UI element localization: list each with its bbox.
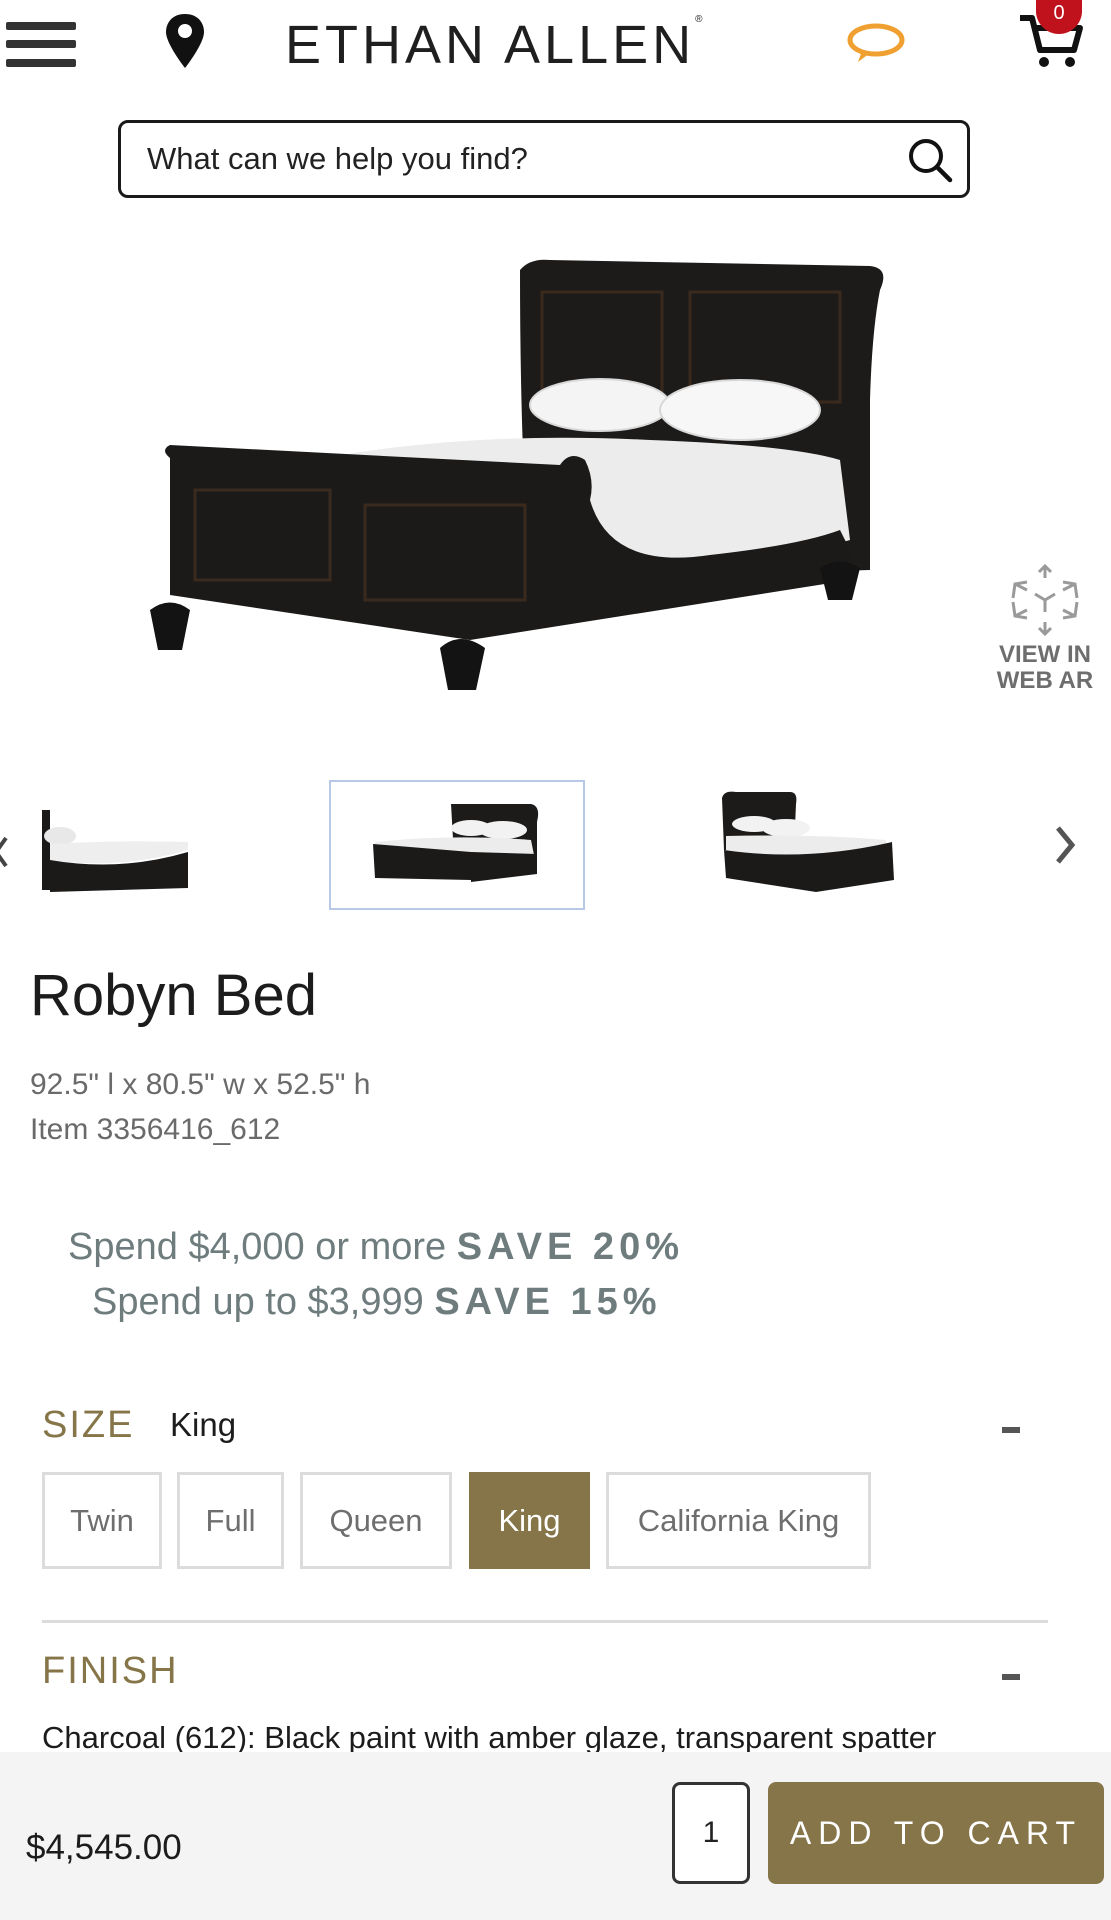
product-price: $4,545.00 bbox=[26, 1828, 182, 1867]
promo-1-text: Spend $4,000 or more bbox=[68, 1226, 447, 1268]
size-option-queen[interactable]: Queen bbox=[300, 1472, 452, 1569]
chat-bubble-icon[interactable] bbox=[840, 18, 910, 68]
add-to-cart-button[interactable]: ADD TO CART bbox=[768, 1782, 1104, 1884]
thumbnail-2-selected[interactable] bbox=[329, 780, 585, 910]
finish-label: FINISH bbox=[42, 1650, 179, 1692]
size-label: SIZE bbox=[42, 1404, 135, 1446]
ar-label-line2: WEB AR bbox=[996, 667, 1094, 694]
product-main-image[interactable] bbox=[150, 250, 900, 710]
promo-1-save: SAVE 20% bbox=[456, 1226, 684, 1268]
product-item-number: Item 3356416_612 bbox=[30, 1113, 281, 1146]
quantity-input[interactable] bbox=[672, 1782, 750, 1884]
size-selected-value: King bbox=[170, 1406, 237, 1443]
size-option-king[interactable]: King bbox=[469, 1472, 590, 1569]
search-icon[interactable] bbox=[905, 135, 955, 185]
header: ETHAN ALLEN® 0 bbox=[0, 0, 1111, 100]
promo-2-save: SAVE 15% bbox=[434, 1281, 662, 1323]
product-title: Robyn Bed bbox=[30, 963, 317, 1028]
finish-description: Charcoal (612): Black paint with amber g… bbox=[42, 1720, 937, 1755]
chevron-left-icon[interactable] bbox=[0, 832, 12, 872]
thumbnail-carousel bbox=[0, 780, 1111, 920]
search-input[interactable] bbox=[147, 137, 887, 181]
brand-logo[interactable]: ETHAN ALLEN® bbox=[285, 14, 707, 76]
thumbnail-3[interactable] bbox=[716, 780, 900, 910]
promo-2-text: Spend up to $3,999 bbox=[92, 1281, 424, 1323]
finish-collapse-toggle[interactable] bbox=[1002, 1674, 1020, 1680]
hamburger-menu-icon[interactable] bbox=[6, 18, 76, 72]
size-option-california-king[interactable]: California King bbox=[606, 1472, 871, 1569]
ar-label-line1: VIEW IN bbox=[998, 641, 1091, 668]
section-divider bbox=[42, 1620, 1048, 1623]
search-bar[interactable] bbox=[118, 120, 970, 198]
size-option-twin[interactable]: Twin bbox=[42, 1472, 162, 1569]
thumbnail-1[interactable] bbox=[40, 780, 200, 910]
location-pin-icon[interactable] bbox=[160, 12, 210, 72]
chevron-right-icon[interactable] bbox=[1050, 820, 1080, 870]
promo-line-1: Spend $4,000 or more SAVE 20% bbox=[68, 1226, 1111, 1269]
product-dimensions: 92.5" l x 80.5" w x 52.5" h bbox=[30, 1068, 371, 1101]
promo-line-2: Spend up to $3,999 SAVE 15% bbox=[92, 1281, 1111, 1324]
ar-cube-icon bbox=[1011, 563, 1079, 637]
add-to-cart-bar: $4,545.00 ADD TO CART bbox=[0, 1752, 1111, 1920]
view-in-ar-button[interactable]: VIEW IN WEB AR bbox=[990, 560, 1100, 700]
size-option-full[interactable]: Full bbox=[177, 1472, 284, 1569]
size-collapse-toggle[interactable] bbox=[1002, 1427, 1020, 1433]
